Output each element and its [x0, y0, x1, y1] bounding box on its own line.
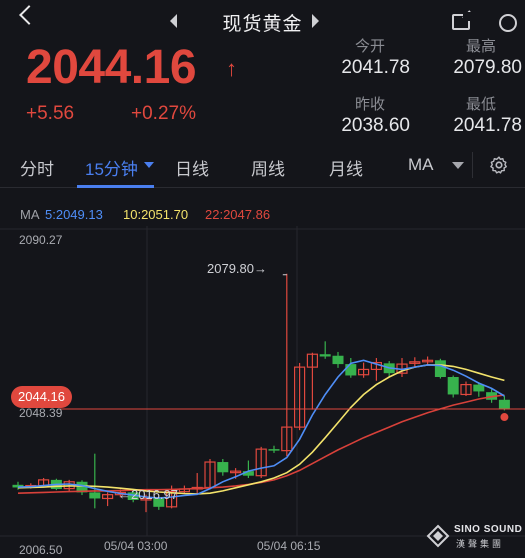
x-axis-label-0615: 05/04 06:15 [257, 539, 321, 553]
next-instrument-icon[interactable] [312, 14, 319, 28]
candle-body-down [345, 364, 357, 376]
candle-body-down [319, 354, 331, 357]
ma-legend-title: MA [20, 207, 40, 222]
sino-sound-logo [426, 524, 450, 548]
tab-monthly[interactable]: 月线 [329, 155, 363, 180]
low-label: 最低 [466, 96, 497, 113]
candle-body-down [89, 492, 101, 499]
high-value: 2079.80 [453, 57, 522, 78]
active-tab-underline [77, 185, 154, 188]
indicator-chevron-down-icon[interactable] [452, 162, 464, 169]
ma22-line [17, 394, 505, 494]
watermark-brand: SINO SOUND [454, 524, 523, 535]
low-value: 2041.78 [453, 115, 522, 136]
max-price-annotation: 2079.80→ [207, 261, 267, 276]
candle-body-down [434, 360, 446, 377]
top-bar: 现货黄金 [0, 0, 525, 35]
tab-divider [472, 152, 473, 178]
candles-group [12, 273, 510, 513]
gear-icon[interactable] [489, 155, 509, 175]
candle-body-down [268, 449, 280, 451]
tab-indicator-ma[interactable]: MA [408, 155, 434, 175]
tab-15min[interactable]: 15分钟 [85, 155, 138, 180]
tab-time-share[interactable]: 分时 [20, 155, 54, 180]
tab-daily[interactable]: 日线 [175, 155, 209, 180]
candle-body-down [498, 399, 510, 410]
price-change-percent: +0.27% [131, 103, 196, 124]
min-price-annotation: ←2016.97 [118, 487, 178, 502]
current-price-tag: 2044.16 [11, 386, 72, 408]
tab-weekly[interactable]: 周线 [251, 155, 285, 180]
y-axis-label-bottom: 2006.50 [19, 543, 63, 557]
price-change: +5.56 [26, 103, 75, 124]
y-axis-label-mid: 2048.39 [19, 406, 63, 420]
y-axis-label-top: 2090.27 [19, 233, 63, 247]
ma22-legend: 22:2047.86 [205, 207, 271, 222]
page-title: 现货黄金 [222, 14, 303, 35]
open-label: 今开 [355, 38, 386, 55]
chevron-down-icon[interactable] [144, 162, 154, 168]
max-price-value: 2079.80 [207, 261, 254, 276]
search-icon[interactable] [499, 14, 517, 32]
open-value: 2041.78 [341, 57, 410, 78]
ma5-legend: 5:2049.13 [45, 207, 103, 222]
price-up-arrow-icon: ↑ [226, 56, 237, 81]
watermark-brand-cn: 漢聲集團 [456, 539, 505, 549]
prev-close-label: 昨收 [355, 96, 386, 113]
candle-body-down [473, 384, 485, 392]
candle-body-down [447, 376, 459, 395]
high-label: 最高 [466, 38, 497, 55]
ma10-legend: 10:2051.70 [123, 207, 189, 222]
x-axis-label-0300: 05/04 03:00 [104, 539, 168, 553]
last-price: 2044.16 [26, 41, 197, 94]
share-expand-icon[interactable] [452, 12, 472, 30]
min-price-value: 2016.97 [131, 487, 178, 502]
period-tabs: 分时 15分钟 日线 周线 月线 MA [0, 146, 525, 188]
last-price-dot [500, 413, 509, 422]
candle-body-down [217, 462, 229, 473]
prev-close-value: 2038.60 [341, 115, 410, 136]
chart-overlays [60, 274, 525, 422]
candle-body-down [332, 355, 344, 365]
